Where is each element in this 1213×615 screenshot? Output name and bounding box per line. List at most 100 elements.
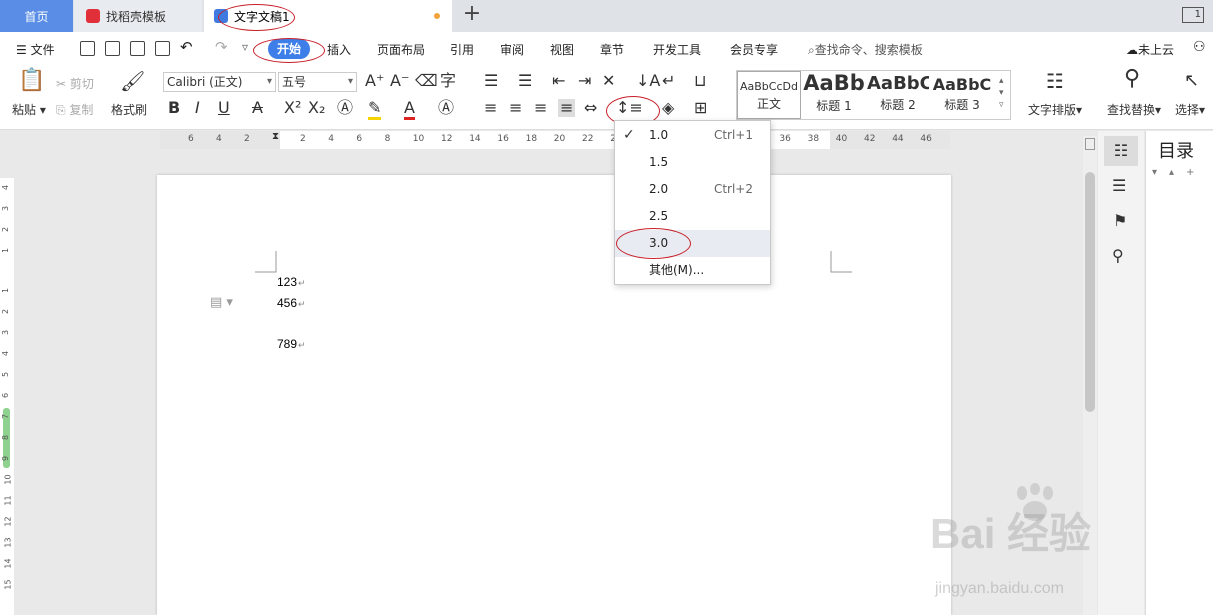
paste-button[interactable]: 粘贴 ▾ [12, 101, 46, 118]
unsaved-dot-icon [434, 13, 440, 19]
style-heading-2[interactable]: AaBbC 标题 2 [867, 71, 929, 119]
sidebar-search-icon[interactable]: ⚲ [1112, 246, 1124, 265]
print-preview-icon[interactable] [155, 41, 170, 56]
chinese-layout-icon[interactable]: ✕ [602, 72, 615, 90]
paragraph-handle-icon[interactable]: ▤ ▾ [210, 295, 233, 310]
align-right-icon[interactable]: ≡ [534, 99, 547, 117]
window-switch-button[interactable]: 1 [1182, 7, 1204, 23]
menu-developer[interactable]: 开发工具 [653, 41, 701, 58]
vertical-ruler-number: 9 [1, 455, 11, 462]
scissors-icon: ✂ [56, 77, 70, 91]
toc-pane: 目录 ▾▴+ [1145, 131, 1213, 615]
command-search[interactable]: ⌕查找命令、搜索模板 [808, 41, 923, 58]
save-icon[interactable] [80, 41, 95, 56]
horizontal-ruler[interactable]: 6422468101214161820222426283032343638404… [160, 131, 950, 149]
bold-icon[interactable]: B [168, 99, 180, 117]
font-name-select[interactable]: Calibri (正文) [163, 72, 276, 92]
decrease-indent-icon[interactable]: ⇤ [552, 72, 565, 90]
increase-font-icon[interactable]: A⁺ [365, 72, 384, 90]
outline-pane-icon[interactable]: ☷ [1104, 136, 1138, 166]
superscript-icon[interactable]: X² [284, 99, 301, 117]
find-replace-button[interactable]: 查找替换▾ [1107, 101, 1161, 118]
text-layout-icon[interactable]: ☷ [1046, 71, 1064, 91]
line-spacing-option-1-5[interactable]: 1.5 [615, 149, 770, 176]
menu-insert[interactable]: 插入 [327, 41, 351, 58]
ruler-number: 42 [864, 134, 876, 144]
phonetic-guide-icon[interactable]: 字 [440, 72, 456, 90]
paste-icon[interactable]: 📋 [18, 70, 45, 92]
numbering-icon[interactable]: ☰ [518, 72, 532, 90]
font-color-icon[interactable]: A [404, 99, 415, 120]
align-center-icon[interactable]: ≡ [509, 99, 522, 117]
text-layout-button[interactable]: 文字排版▾ [1028, 101, 1082, 118]
bullets-icon[interactable]: ☰ [484, 72, 498, 90]
menu-references[interactable]: 引用 [450, 41, 474, 58]
customize-toolbar-icon[interactable]: ▿ [242, 40, 248, 54]
style-gallery-scroll-icon[interactable]: ▴ ▾ ▿ [999, 75, 1004, 111]
find-icon[interactable]: ⚲ [1124, 68, 1140, 90]
justify-icon[interactable]: ≡ [558, 99, 576, 117]
scrollbar-thumb[interactable] [1085, 172, 1095, 412]
redo-icon[interactable]: ↷ [215, 38, 228, 56]
borders-icon[interactable]: ⊞ [694, 99, 707, 117]
cut-button[interactable]: ✂ 剪切 [56, 75, 94, 92]
menu-page-layout[interactable]: 页面布局 [377, 41, 425, 58]
file-menu[interactable]: ☰ 文件 [16, 41, 55, 58]
split-view-icon[interactable] [1085, 138, 1095, 150]
strikethrough-icon[interactable]: A [252, 99, 263, 117]
user-icon[interactable]: ⚇ [1193, 39, 1206, 55]
menu-member[interactable]: 会员专享 [730, 41, 778, 58]
italic-icon[interactable]: I [195, 99, 200, 117]
text-layout-label: 文字排版 [1028, 103, 1077, 117]
cloud-status[interactable]: ☁未上云 [1126, 41, 1174, 58]
line-spacing-option-1-0[interactable]: ✓ 1.0 Ctrl+1 [615, 122, 770, 149]
hamburger-icon: ☰ [16, 43, 31, 57]
select-button[interactable]: 选择▾ [1175, 101, 1205, 118]
tab-daoke-templates[interactable]: 找稻壳模板 [74, 0, 202, 32]
subscript-icon[interactable]: X₂ [308, 99, 325, 117]
format-painter-button[interactable]: 格式刷 [111, 101, 147, 118]
line-spacing-option-2-0[interactable]: 2.0 Ctrl+2 [615, 176, 770, 203]
underline-icon[interactable]: U [218, 99, 230, 117]
shading-icon[interactable]: ◈ [662, 99, 674, 117]
increase-indent-icon[interactable]: ⇥ [578, 72, 591, 90]
align-left-icon[interactable]: ≡ [484, 99, 497, 117]
format-painter-icon[interactable]: 🖌 [120, 71, 145, 91]
export-pdf-icon[interactable] [105, 41, 120, 56]
menu-view[interactable]: 视图 [550, 41, 574, 58]
style-normal[interactable]: AaBbCcDd 正文 [737, 71, 801, 119]
vertical-ruler-number: 11 [3, 495, 13, 506]
sort-icon[interactable]: ↓A [636, 72, 660, 90]
print-icon[interactable] [130, 41, 145, 56]
style-heading-3[interactable]: AaBbC 标题 3 [931, 71, 993, 119]
distribute-icon[interactable]: ⇔ [584, 99, 597, 117]
menu-chapter[interactable]: 章节 [600, 41, 624, 58]
indent-marker-icon[interactable]: ⧗ [272, 131, 279, 142]
toc-controls[interactable]: ▾▴+ [1152, 167, 1206, 178]
annotation-ellipse-start [253, 38, 325, 63]
tab-stop-icon[interactable]: ⊔ [694, 72, 706, 90]
tab-home[interactable]: 首页 [0, 0, 73, 32]
cursor-icon[interactable]: ↖ [1184, 72, 1199, 90]
style-heading-1[interactable]: AaBb 标题 1 [803, 71, 865, 119]
style-heading-1-sample: AaBb [803, 71, 865, 95]
document-page[interactable]: ▤ ▾ 123↵ 456↵ 789↵ [157, 175, 951, 615]
document-line-2: 456↵ [277, 296, 306, 310]
undo-icon[interactable]: ↶ [180, 38, 193, 56]
menu-review[interactable]: 审阅 [500, 41, 524, 58]
decrease-font-icon[interactable]: A⁻ [390, 72, 409, 90]
line-spacing-option-other[interactable]: 其他(M)... [615, 257, 770, 284]
bookmark-icon[interactable]: ⚑ [1113, 211, 1127, 230]
new-tab-button[interactable]: + [460, 3, 484, 27]
clear-format-icon[interactable]: ⌫ [415, 72, 438, 90]
line-spacing-option-2-5[interactable]: 2.5 [615, 203, 770, 230]
show-marks-icon[interactable]: ↵ [662, 72, 675, 90]
char-border-icon[interactable]: Ⓐ [438, 99, 454, 117]
navigation-pane-icon[interactable]: ☰ [1112, 176, 1126, 195]
highlight-icon[interactable]: ✎ [368, 99, 382, 120]
ruler-number: 36 [779, 134, 791, 144]
text-effect-icon[interactable]: Ⓐ [337, 99, 353, 117]
font-size-select[interactable]: 五号 [278, 72, 357, 92]
vertical-ruler[interactable]: 4 3 2 1 1 2 3 4 5 6 7 8 9 10 11 12 13 14 15 [0, 178, 14, 615]
copy-button[interactable]: ⎘ 复制 [56, 101, 93, 118]
